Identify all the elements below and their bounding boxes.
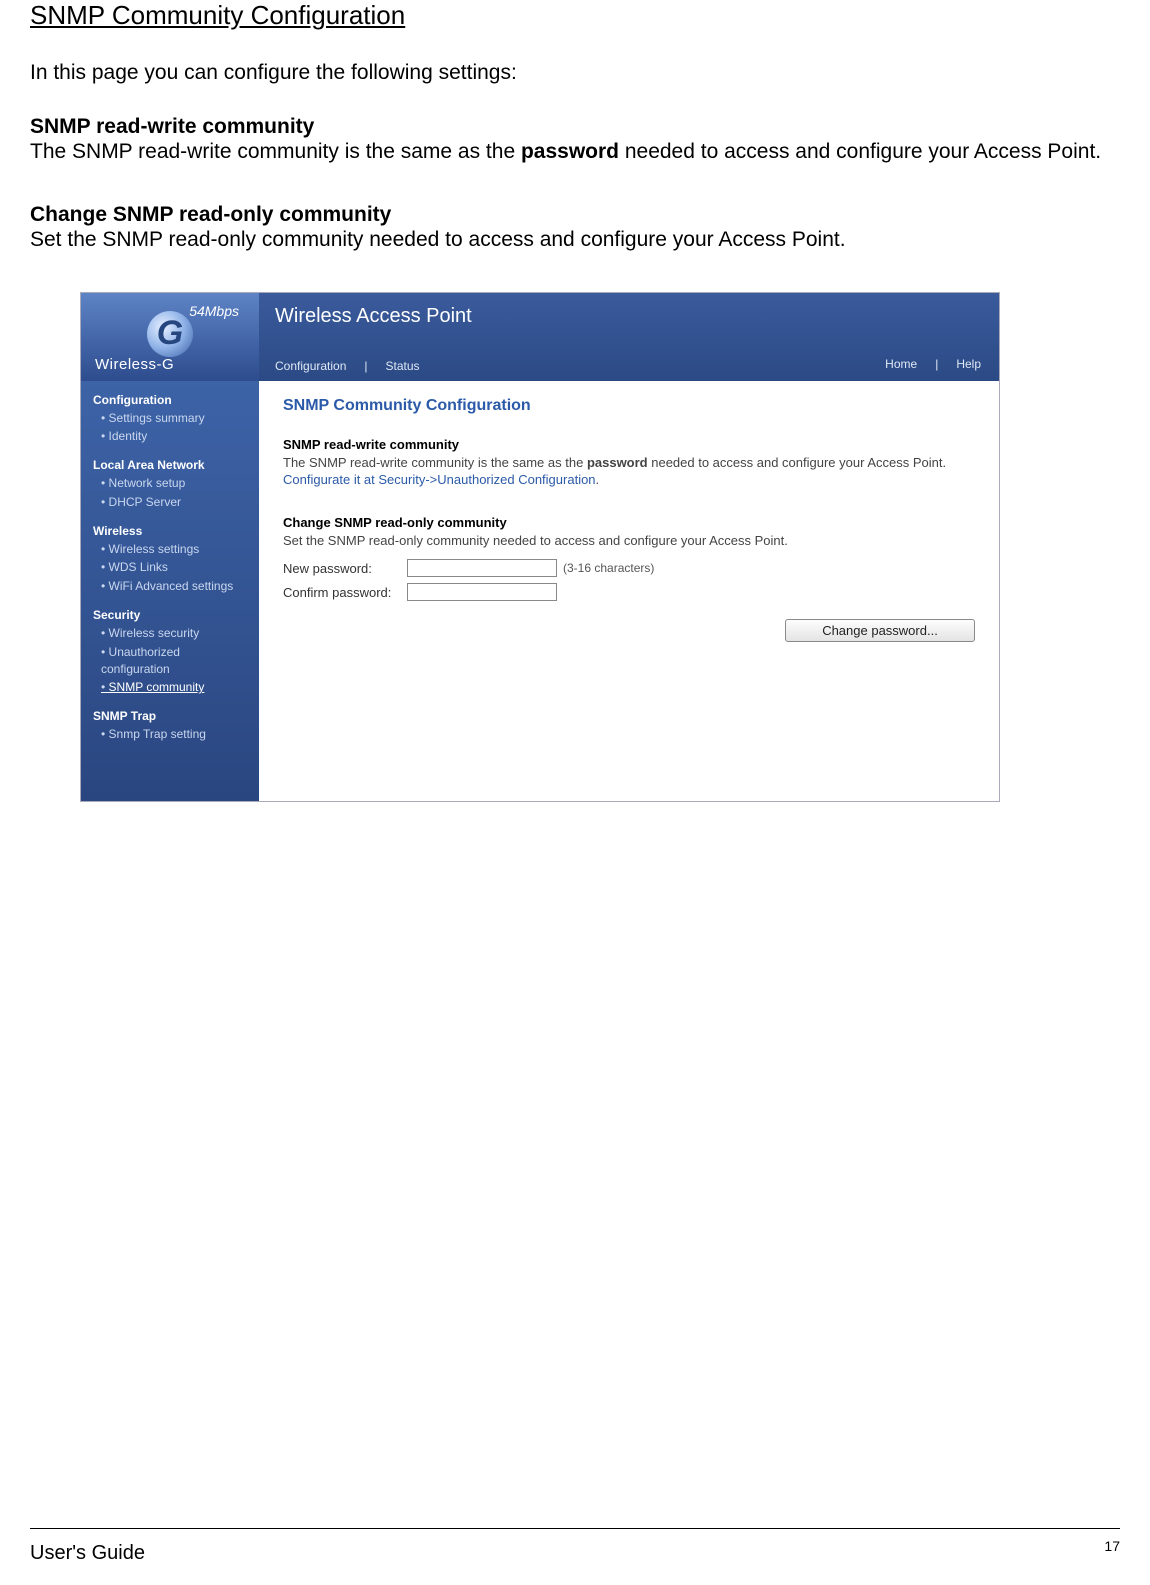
side-head-security: Security bbox=[93, 608, 247, 622]
logo-g-icon: G bbox=[147, 311, 193, 357]
topnav-right: Home | Help bbox=[885, 357, 999, 381]
rw-body-bold: password bbox=[521, 140, 619, 163]
main-rw-post: needed to access and configure your Acce… bbox=[648, 455, 946, 470]
main-rw-head: SNMP read-write community bbox=[283, 437, 975, 452]
sidebar-item-snmp-community[interactable]: SNMP community bbox=[93, 678, 247, 697]
shot-logo: 54Mbps G Wireless-G bbox=[81, 293, 259, 381]
confirm-password-input[interactable] bbox=[407, 583, 557, 601]
side-head-lan: Local Area Network bbox=[93, 458, 247, 472]
main-ro-body: Set the SNMP read-only community needed … bbox=[283, 532, 975, 550]
logo-name: Wireless-G bbox=[95, 356, 174, 373]
side-head-snmp-trap: SNMP Trap bbox=[93, 709, 247, 723]
sidebar-item-wireless-security[interactable]: Wireless security bbox=[93, 624, 247, 643]
sidebar-item-settings-summary[interactable]: Settings summary bbox=[93, 409, 247, 428]
label-new-password: New password: bbox=[283, 561, 407, 576]
label-confirm-password: Confirm password: bbox=[283, 585, 407, 600]
topnav-left: Configuration | Status bbox=[275, 359, 869, 373]
topnav-home[interactable]: Home bbox=[885, 357, 917, 371]
logo-speed: 54Mbps bbox=[189, 303, 239, 319]
topnav-configuration[interactable]: Configuration bbox=[275, 359, 346, 373]
main-rw-link-post: . bbox=[596, 472, 600, 487]
main-ro-head: Change SNMP read-only community bbox=[283, 515, 975, 530]
intro-text: In this page you can configure the follo… bbox=[30, 61, 1120, 85]
main-rw-link-pre: Configurate it at bbox=[283, 472, 378, 487]
main-rw-link[interactable]: Security->Unauthorized Configuration bbox=[378, 472, 595, 487]
shot-main: SNMP Community Configuration SNMP read-w… bbox=[259, 381, 999, 801]
section-ro-body: Set the SNMP read-only community needed … bbox=[30, 227, 1120, 253]
section-rw-head: SNMP read-write community bbox=[30, 115, 1120, 139]
footer-page-number: 17 bbox=[1104, 1538, 1120, 1554]
topnav-sep2: | bbox=[935, 357, 938, 371]
sidebar-item-unauth-config[interactable]: Unauthorized configuration bbox=[93, 643, 247, 679]
shot-title-area: Wireless Access Point Configuration | St… bbox=[259, 293, 885, 381]
topnav-help[interactable]: Help bbox=[956, 357, 981, 371]
side-head-configuration: Configuration bbox=[93, 393, 247, 407]
topnav-sep: | bbox=[364, 359, 367, 373]
topnav-status[interactable]: Status bbox=[386, 359, 420, 373]
footer: User's Guide 17 bbox=[30, 1542, 1120, 1565]
main-rw-body: The SNMP read-write community is the sam… bbox=[283, 454, 975, 489]
footer-rule bbox=[30, 1528, 1120, 1529]
sidebar-item-wds-links[interactable]: WDS Links bbox=[93, 558, 247, 577]
side-head-wireless: Wireless bbox=[93, 524, 247, 538]
footer-guide: User's Guide bbox=[30, 1542, 145, 1565]
section-rw-body: The SNMP read-write community is the sam… bbox=[30, 139, 1120, 165]
shot-header: 54Mbps G Wireless-G Wireless Access Poin… bbox=[81, 293, 999, 381]
sidebar-item-identity[interactable]: Identity bbox=[93, 427, 247, 446]
rw-body-post: needed to access and configure your Acce… bbox=[619, 140, 1101, 163]
sidebar-item-network-setup[interactable]: Network setup bbox=[93, 474, 247, 493]
row-new-password: New password: (3-16 characters) bbox=[283, 559, 975, 577]
product-title: Wireless Access Point bbox=[275, 305, 869, 328]
section-ro-head: Change SNMP read-only community bbox=[30, 203, 1120, 227]
new-password-hint: (3-16 characters) bbox=[563, 561, 654, 575]
sidebar: Configuration Settings summary Identity … bbox=[81, 381, 259, 801]
sidebar-item-wifi-advanced[interactable]: WiFi Advanced settings bbox=[93, 577, 247, 596]
sidebar-item-wireless-settings[interactable]: Wireless settings bbox=[93, 540, 247, 559]
main-rw-bold: password bbox=[587, 455, 648, 470]
page-title: SNMP Community Configuration bbox=[30, 0, 1120, 31]
main-title: SNMP Community Configuration bbox=[283, 397, 975, 415]
main-rw-pre: The SNMP read-write community is the sam… bbox=[283, 455, 587, 470]
sidebar-item-snmp-trap-setting[interactable]: Snmp Trap setting bbox=[93, 725, 247, 744]
sidebar-item-dhcp-server[interactable]: DHCP Server bbox=[93, 493, 247, 512]
new-password-input[interactable] bbox=[407, 559, 557, 577]
embedded-screenshot: 54Mbps G Wireless-G Wireless Access Poin… bbox=[80, 292, 1000, 802]
rw-body-pre: The SNMP read-write community is the sam… bbox=[30, 140, 521, 163]
change-password-button[interactable]: Change password... bbox=[785, 619, 975, 642]
row-confirm-password: Confirm password: bbox=[283, 583, 975, 601]
